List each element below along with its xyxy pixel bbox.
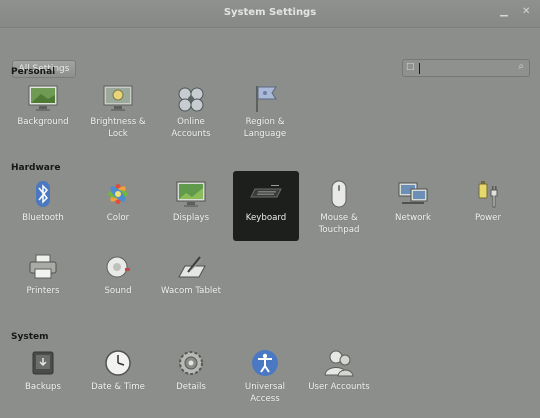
settings-item-online-accounts[interactable]: Online Accounts xyxy=(158,79,224,145)
section-title-hardware: Hardware xyxy=(11,163,61,173)
settings-item-printers[interactable]: Printers xyxy=(10,248,76,314)
settings-item-background[interactable]: Background xyxy=(10,79,76,145)
settings-item-sound[interactable]: Sound xyxy=(85,248,151,314)
background-icon xyxy=(26,83,60,113)
settings-item-label: Color xyxy=(106,213,130,223)
settings-item-date-time[interactable]: Date & Time xyxy=(85,344,151,410)
settings-item-region-language[interactable]: Region & Language xyxy=(232,79,298,145)
search-input[interactable] xyxy=(421,61,507,75)
system-settings-window: System Settings ▁ ✕ All Settings □ ⌕ Per… xyxy=(0,0,540,418)
details-gear-icon xyxy=(174,348,208,378)
region-language-icon xyxy=(248,83,282,113)
search-icon[interactable]: ⌕ xyxy=(518,61,524,72)
settings-item-label: Power xyxy=(475,213,501,223)
settings-item-user-accounts[interactable]: User Accounts xyxy=(306,344,372,410)
settings-item-label: Brightness & Lock xyxy=(90,117,146,139)
universal-access-icon xyxy=(248,348,282,378)
settings-item-label: Online Accounts xyxy=(171,117,211,139)
settings-item-displays[interactable]: Displays xyxy=(158,175,224,241)
online-accounts-icon xyxy=(174,83,208,113)
search-field[interactable]: □ ⌕ xyxy=(402,59,530,77)
settings-item-label: Background xyxy=(17,117,69,127)
settings-item-label: Printers xyxy=(26,286,60,296)
title-bar[interactable]: System Settings ▁ ✕ xyxy=(0,0,540,28)
toolbar: All Settings □ ⌕ xyxy=(0,27,540,78)
bluetooth-icon xyxy=(26,179,60,209)
settings-item-keyboard[interactable]: Keyboard xyxy=(233,171,299,241)
settings-item-backups[interactable]: Backups xyxy=(10,344,76,410)
settings-item-details[interactable]: Details xyxy=(158,344,224,410)
power-icon xyxy=(471,179,505,209)
settings-item-label: Keyboard xyxy=(245,213,287,223)
close-icon[interactable]: ✕ xyxy=(522,6,530,17)
wacom-tablet-icon xyxy=(174,252,208,282)
settings-item-universal-access[interactable]: Universal Access xyxy=(232,344,298,410)
backups-icon xyxy=(26,348,60,378)
settings-item-label: Wacom Tablet xyxy=(161,286,221,296)
settings-item-label: Details xyxy=(176,382,206,392)
printer-icon xyxy=(26,252,60,282)
sound-icon xyxy=(101,252,135,282)
settings-item-bluetooth[interactable]: Bluetooth xyxy=(10,175,76,241)
section-title-system: System xyxy=(11,332,49,342)
window-title: System Settings xyxy=(223,7,317,18)
settings-item-label: User Accounts xyxy=(308,382,370,392)
search-box-icon: □ xyxy=(406,62,415,72)
mouse-icon xyxy=(322,179,356,209)
text-caret xyxy=(419,63,420,74)
settings-item-label: Date & Time xyxy=(91,382,145,392)
settings-item-wacom-tablet[interactable]: Wacom Tablet xyxy=(158,248,224,314)
settings-item-mouse-touchpad[interactable]: Mouse & Touchpad xyxy=(306,175,372,241)
settings-item-network[interactable]: Network xyxy=(380,175,446,241)
settings-item-power[interactable]: Power xyxy=(455,175,521,241)
settings-item-label: Backups xyxy=(25,382,61,392)
settings-item-label: Universal Access xyxy=(244,382,286,404)
settings-item-color[interactable]: Color xyxy=(85,175,151,241)
settings-item-label: Displays xyxy=(172,213,210,223)
settings-item-label: Sound xyxy=(104,286,132,296)
minimize-icon[interactable]: ▁ xyxy=(500,6,508,17)
user-accounts-icon xyxy=(322,348,356,378)
settings-item-label: Bluetooth xyxy=(22,213,64,223)
settings-item-label: Mouse & Touchpad xyxy=(318,213,360,235)
network-icon xyxy=(396,179,430,209)
displays-icon xyxy=(174,179,208,209)
keyboard-icon xyxy=(249,177,283,207)
clock-icon xyxy=(101,348,135,378)
brightness-lock-icon xyxy=(101,83,135,113)
section-title-personal: Personal xyxy=(11,67,56,77)
settings-item-brightness-lock[interactable]: Brightness & Lock xyxy=(85,79,151,145)
color-icon xyxy=(101,179,135,209)
settings-item-label: Region & Language xyxy=(243,117,287,139)
settings-item-label: Network xyxy=(395,213,431,223)
